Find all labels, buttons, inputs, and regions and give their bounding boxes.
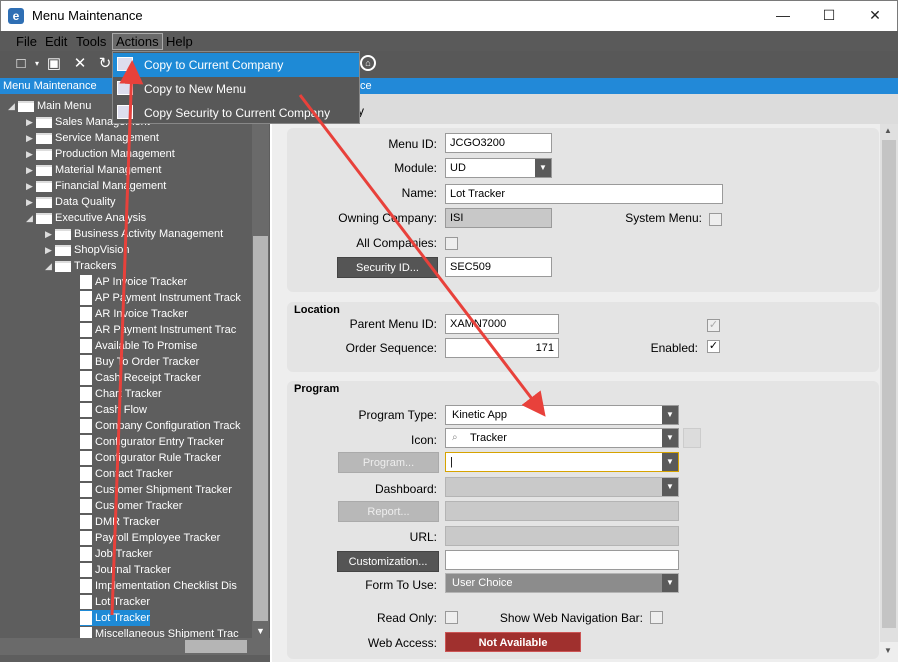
arrow-to-program-type <box>298 94 546 417</box>
arrow-to-copy-menu <box>110 60 144 616</box>
annotation-arrows <box>110 60 546 616</box>
